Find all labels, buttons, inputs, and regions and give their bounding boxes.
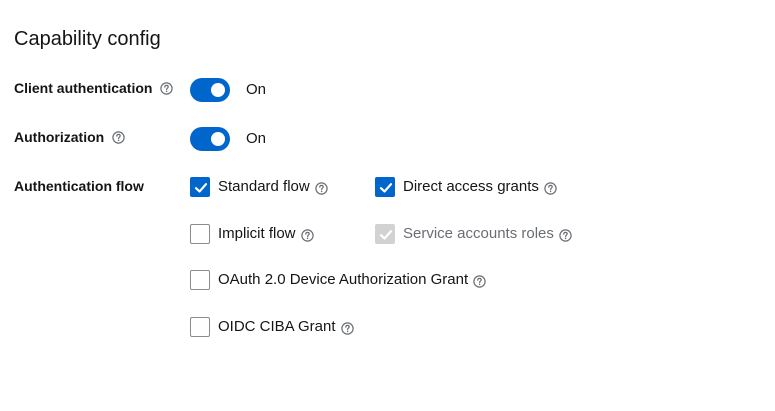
check-icon [379,183,393,193]
question-circle-icon[interactable] [315,182,328,195]
checkbox-box[interactable] [375,177,395,197]
checkbox-box [375,224,395,244]
check-icon [194,183,208,193]
switch-track[interactable] [190,78,230,102]
service-accounts-roles-checkbox: Service accounts roles [375,224,572,244]
authentication-flow-label: Authentication flow [14,178,144,194]
switch-knob [211,83,225,97]
question-circle-icon[interactable] [112,130,125,144]
service-accounts-roles-label: Service accounts roles [403,225,554,242]
check-icon [379,230,393,240]
implicit-flow-checkbox[interactable]: Implicit flow [190,224,314,244]
question-circle-icon[interactable] [340,322,354,335]
standard-flow-label[interactable]: Standard flow [218,178,310,196]
switch-track[interactable] [190,127,230,151]
oidc-ciba-grant-checkbox[interactable]: OIDC CIBA Grant [190,317,354,337]
authorization-switch-state: On [246,130,267,147]
question-circle-icon[interactable] [559,229,572,242]
question-circle-icon[interactable] [544,182,557,195]
oauth-device-authorization-grant-label[interactable]: OAuth 2.0 Device Authorization Grant [218,271,468,289]
client-authentication-switch[interactable]: On [190,78,266,102]
direct-access-grants-label[interactable]: Direct access grants [403,178,539,196]
client-authentication-label: Client authentication [14,80,153,96]
checkbox-box[interactable] [190,177,210,197]
question-circle-icon[interactable] [473,275,486,288]
question-circle-icon[interactable] [300,229,314,242]
direct-access-grants-checkbox[interactable]: Direct access grants [375,177,557,197]
section-title: Capability config [14,28,161,50]
standard-flow-checkbox[interactable]: Standard flow [190,177,328,197]
checkbox-box[interactable] [190,224,210,244]
authentication-flow-label-row: Authentication flow [14,177,144,195]
authorization-label: Authorization [14,129,105,145]
oauth-device-authorization-grant-checkbox[interactable]: OAuth 2.0 Device Authorization Grant [190,270,486,290]
checkbox-box[interactable] [190,270,210,290]
question-circle-icon[interactable] [160,81,174,95]
checkbox-box[interactable] [190,317,210,337]
client-authentication-label-row: Client authentication [14,79,174,97]
switch-knob [211,132,225,146]
authorization-switch[interactable]: On [190,127,266,151]
authorization-label-row: Authorization [14,128,125,146]
client-authentication-switch-state: On [246,81,267,98]
implicit-flow-label[interactable]: Implicit flow [218,225,296,243]
oidc-ciba-grant-label[interactable]: OIDC CIBA Grant [218,318,336,336]
